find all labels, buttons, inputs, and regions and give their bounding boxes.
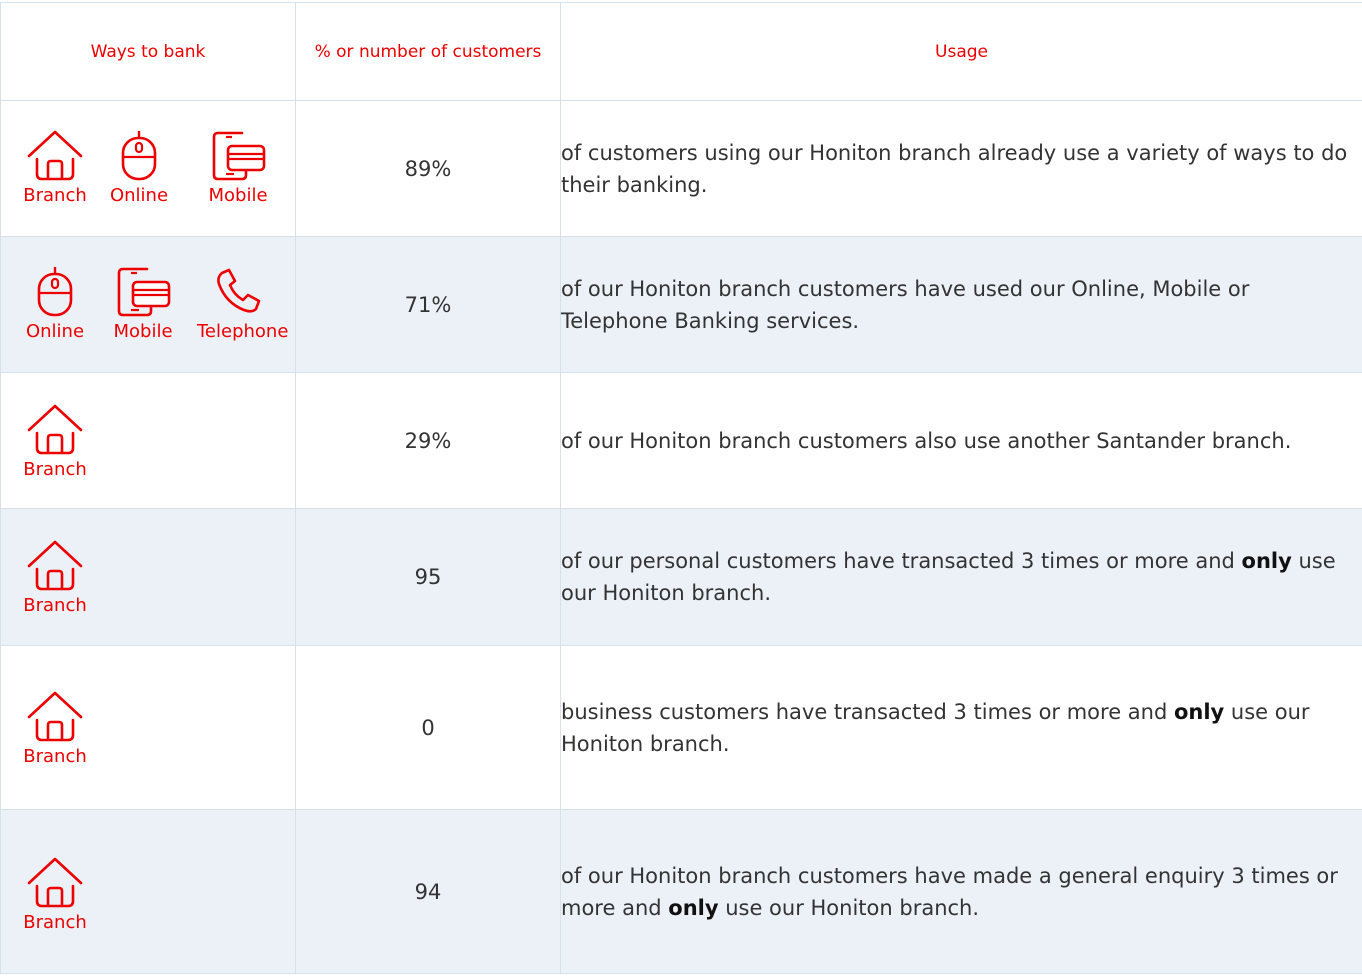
branch-icon <box>14 539 96 591</box>
usage-text-part: of our Honiton branch customers have use… <box>561 276 1250 333</box>
header-ways-to-bank: Ways to bank <box>0 2 296 101</box>
channel-online: Online <box>14 265 96 342</box>
table-row: Online Mobile Telephone 71% of our Honiton b… <box>0 236 1362 373</box>
channel-label: Branch <box>23 746 87 767</box>
channel-branch: Branch <box>14 129 96 206</box>
ways-to-bank-panel: Ways to bank % or number of customers Us… <box>0 0 1362 978</box>
channel-label: Branch <box>23 595 87 616</box>
channel-branch: Branch <box>14 539 96 616</box>
header-customer-count: % or number of customers <box>295 2 561 101</box>
header-usage: Usage <box>560 2 1362 101</box>
customer-count: 95 <box>295 508 561 646</box>
channel-online: Online <box>98 129 180 206</box>
ways-cell: Branch <box>0 508 296 646</box>
channel-branch: Branch <box>14 856 96 933</box>
channel-label: Branch <box>23 459 87 480</box>
mobile-icon <box>197 129 279 181</box>
usage-text: business customers have transacted 3 tim… <box>560 645 1362 810</box>
channel-label: Mobile <box>208 185 268 206</box>
usage-text: of our Honiton branch customers also use… <box>560 372 1362 509</box>
table-row: Branch 29% of our Honiton branch customers… <box>0 372 1362 509</box>
usage-text-part: of our personal customers have transacte… <box>561 549 1242 573</box>
ways-cell: Online Mobile Telephone <box>0 236 296 373</box>
branch-icon <box>14 856 96 908</box>
customer-count: 71% <box>295 236 561 373</box>
channel-label: Online <box>109 185 169 206</box>
usage-text-part: use our Honiton branch. <box>718 895 980 920</box>
channel-label: Mobile <box>113 321 173 342</box>
usage-text: of our Honiton branch customers have use… <box>560 236 1362 373</box>
table-row: Branch 0 business customers have transacte… <box>0 645 1362 810</box>
customer-count: 89% <box>295 100 561 237</box>
channel-branch: Branch <box>14 403 96 480</box>
channel-label: Branch <box>23 185 87 206</box>
usage-text-part: of customers using our Honiton branch al… <box>561 140 1348 197</box>
usage-emphasis: only <box>1173 699 1225 724</box>
channel-branch: Branch <box>14 690 96 767</box>
branch-icon <box>14 129 96 181</box>
usage-text: of customers using our Honiton branch al… <box>560 100 1362 237</box>
table-row: Branch 95 of our personal customers have t… <box>0 508 1362 646</box>
usage-text-part: of our Honiton branch customers also use… <box>561 428 1292 453</box>
channel-mobile: Mobile <box>102 265 184 342</box>
ways-cell: Branch <box>0 372 296 509</box>
table-row: Branch 94 of our Honiton branch customers … <box>0 809 1362 974</box>
branch-icon <box>14 403 96 455</box>
customer-count: 29% <box>295 372 561 509</box>
usage-text-part: business customers have transacted 3 tim… <box>561 699 1174 724</box>
table-header-row: Ways to bank % or number of customers Us… <box>0 2 1362 101</box>
ways-cell: Branch <box>0 809 296 974</box>
ways-cell: Branch Online Mobile <box>0 100 296 237</box>
mobile-icon <box>102 265 184 317</box>
usage-text: of our personal customers have transacte… <box>560 508 1362 646</box>
channel-label: Branch <box>23 912 87 933</box>
channel-label: Telephone <box>197 321 289 342</box>
usage-text: of our Honiton branch customers have mad… <box>560 809 1362 974</box>
ways-to-bank-table: Ways to bank % or number of customers Us… <box>0 2 1362 974</box>
usage-emphasis: only <box>1241 549 1292 573</box>
mouse-icon <box>98 129 180 181</box>
ways-cell: Branch <box>0 645 296 810</box>
branch-icon <box>14 690 96 742</box>
channel-telephone: Telephone <box>197 265 289 342</box>
telephone-icon <box>197 265 279 317</box>
channel-label: Online <box>25 321 85 342</box>
mouse-icon <box>14 265 96 317</box>
usage-emphasis: only <box>668 895 719 920</box>
channel-mobile: Mobile <box>197 129 279 206</box>
table-row: Branch Online Mobile 89% of customers using … <box>0 100 1362 237</box>
customer-count: 94 <box>295 809 561 974</box>
customer-count: 0 <box>295 645 561 810</box>
